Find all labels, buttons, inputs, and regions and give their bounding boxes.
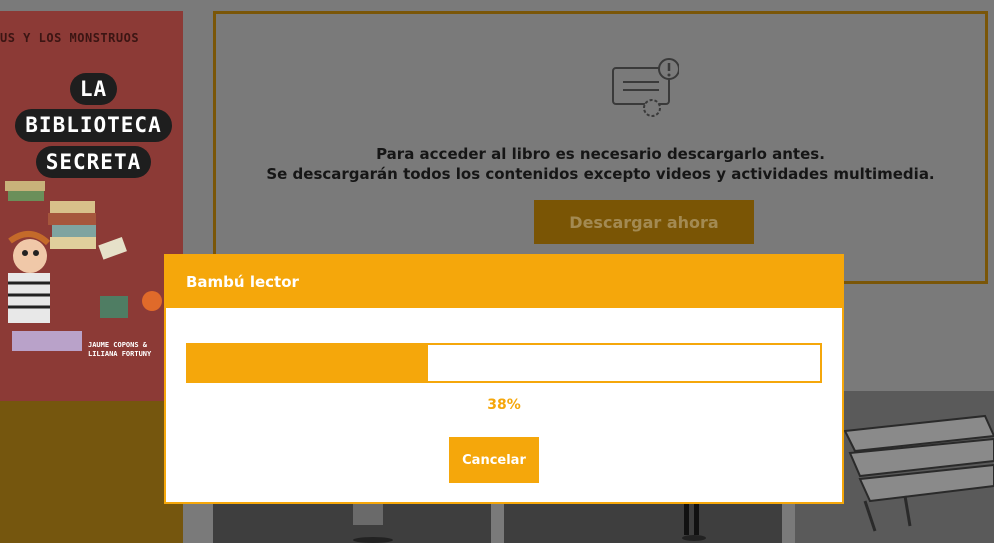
dialog-title: Bambú lector — [166, 256, 842, 308]
thumbnail-illustration — [682, 500, 706, 541]
download-info-message: Para acceder al libro es necesario desca… — [216, 144, 985, 184]
thumbnail-illustration — [353, 500, 393, 543]
book-series: US Y LOS MONSTRUOS — [0, 31, 140, 45]
progress-percent-label: 38% — [487, 397, 521, 413]
download-now-button[interactable]: Descargar ahora — [534, 200, 754, 244]
book-title: LA BIBLIOTECA SECRETA — [6, 71, 181, 180]
download-progress-dialog: Bambú lector 38% Cancelar — [164, 254, 844, 504]
certificate-alert-icon — [612, 58, 679, 117]
download-info-panel: Para acceder al libro es necesario desca… — [213, 11, 988, 284]
info-message-line: Se descargarán todos los contenidos exce… — [266, 165, 935, 183]
cover-footer — [0, 401, 183, 543]
cover-illustration — [5, 181, 162, 351]
progress-bar — [186, 343, 822, 383]
cancel-button[interactable]: Cancelar — [449, 437, 539, 483]
book-cover[interactable]: US Y LOS MONSTRUOS LA BIBLIOTECA SECRETA… — [0, 11, 183, 401]
book-title-line: BIBLIOTECA — [15, 109, 172, 142]
thumbnail-card[interactable] — [504, 500, 782, 543]
progress-bar-fill — [188, 345, 429, 381]
book-title-line: LA — [69, 73, 118, 106]
thumbnail-card[interactable] — [213, 500, 491, 543]
info-message-line: Para acceder al libro es necesario desca… — [376, 145, 825, 163]
